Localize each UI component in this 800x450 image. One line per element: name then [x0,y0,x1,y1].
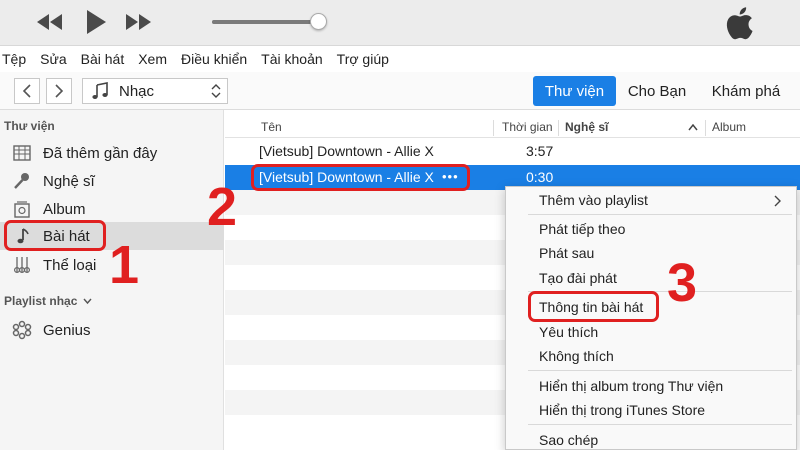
chevron-down-icon [83,298,92,305]
sidebar-item-label: Đã thêm gần đây [43,144,158,162]
table-row[interactable]: [Vietsub] Downtown - Allie X 3:57 [225,139,800,164]
sidebar-item-recently-added[interactable]: Đã thêm gần đây [0,140,224,166]
genius-icon [12,320,32,340]
menu-help[interactable]: Trợ giúp [337,51,389,67]
menu-item-dislike[interactable]: Không thích [539,348,614,364]
player-bar [0,0,800,46]
menu-item-add-to-playlist[interactable]: Thêm vào playlist [539,192,789,208]
volume-knob[interactable] [309,13,327,30]
play-button[interactable] [80,8,112,36]
step-number-3: 3 [667,253,698,313]
album-icon [12,199,32,219]
fast-forward-button[interactable] [122,8,154,36]
toolbar: Nhạc Thư viện Cho Bạn Khám phá [0,72,800,110]
menu-account[interactable]: Tài khoản [261,51,322,67]
updown-chevron-icon [211,84,221,98]
back-button[interactable] [14,78,40,104]
highlight-box-song-row [251,164,470,191]
menu-item-love[interactable]: Yêu thích [539,324,598,340]
menu-separator [528,424,792,425]
menu-item-copy[interactable]: Sao chép [539,432,598,448]
apple-logo-icon [724,6,754,43]
column-headers: Tên Thời gian Nghệ sĩ Album [225,116,800,138]
step-number-2: 2 [207,177,238,237]
music-note-icon [92,82,108,99]
column-time[interactable]: Thời gian [502,120,553,134]
fast-forward-icon [126,14,151,30]
menu-separator [528,214,792,215]
menu-item-label: Thêm vào playlist [539,192,648,208]
sidebar-item-artists[interactable]: Nghệ sĩ [0,168,224,194]
sidebar-item-albums[interactable]: Album [0,196,224,222]
menu-bar: Tệp Sửa Bài hát Xem Điều khiển Tài khoản… [0,46,800,72]
chevron-right-icon [774,195,781,207]
library-section-header: Thư viện [4,119,55,133]
song-title: [Vietsub] Downtown - Allie X [259,143,434,159]
play-icon [87,10,106,34]
chevron-right-icon [55,84,64,98]
volume-slider[interactable] [212,20,324,24]
media-type-label: Nhạc [119,82,155,100]
song-duration: 0:30 [526,169,554,185]
column-artist[interactable]: Nghệ sĩ [565,120,608,134]
column-album[interactable]: Album [712,120,746,134]
menu-song[interactable]: Bài hát [81,51,125,67]
menu-file[interactable]: Tệp [2,51,26,67]
menu-item-show-in-itunes-store[interactable]: Hiển thị trong iTunes Store [539,402,705,418]
step-number-1: 1 [109,235,140,295]
menu-view[interactable]: Xem [138,51,167,67]
column-name[interactable]: Tên [261,120,282,134]
playlist-section-header[interactable]: Playlist nhạc [4,294,92,308]
sidebar-item-label: Nghệ sĩ [43,172,95,190]
menu-item-create-station[interactable]: Tạo đài phát [539,270,617,286]
menu-controls[interactable]: Điều khiển [181,51,247,67]
column-divider [493,120,494,136]
sidebar-item-label: Album [43,200,86,218]
song-duration: 3:57 [526,143,554,159]
menu-item-play-later[interactable]: Phát sau [539,245,594,261]
sidebar-item-label: Thể loại [43,256,97,274]
playlist-header-label: Playlist nhạc [4,294,78,308]
tab-for-you[interactable]: Cho Bạn [622,76,692,106]
menu-item-show-album-in-library[interactable]: Hiển thị album trong Thư viện [539,378,723,394]
chevron-left-icon [22,84,31,98]
menu-edit[interactable]: Sửa [40,51,67,67]
sidebar-item-label: Genius [43,321,91,339]
media-type-select[interactable]: Nhạc [82,78,228,104]
highlight-box-songs [4,220,106,251]
menu-item-play-next[interactable]: Phát tiếp theo [539,221,625,237]
column-divider [705,120,706,136]
tab-browse[interactable]: Khám phá [704,76,788,106]
forward-button[interactable] [46,78,72,104]
microphone-icon [12,171,32,191]
tab-library[interactable]: Thư viện [533,76,616,106]
rewind-icon [37,14,62,30]
sidebar-item-genius[interactable]: Genius [0,317,224,343]
volume-fill [212,20,319,24]
column-divider [558,120,559,136]
grid-icon [12,143,32,163]
guitar-icon [12,255,32,275]
sort-ascending-icon [688,124,698,131]
rewind-button[interactable] [34,8,66,36]
menu-separator [528,370,792,371]
highlight-box-song-info [528,291,659,322]
